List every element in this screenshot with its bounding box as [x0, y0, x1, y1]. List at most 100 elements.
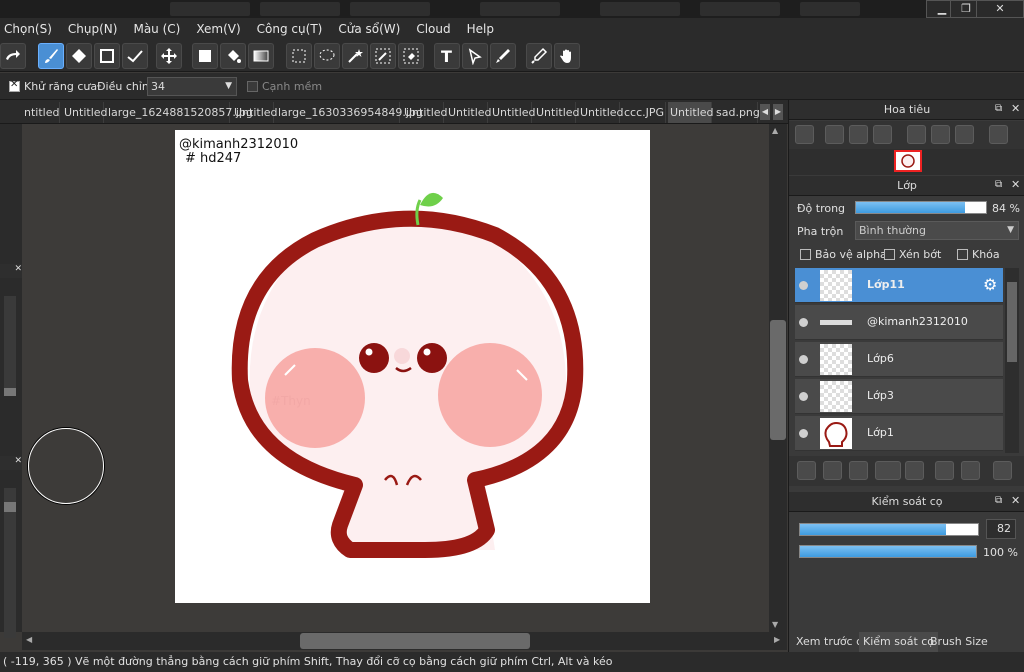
menu-view[interactable]: Xem(V) [196, 22, 240, 36]
popout-icon[interactable]: ⧉ [995, 103, 1002, 114]
layer-item[interactable]: Lớp11 ⚙ [795, 268, 1003, 303]
trash-icon[interactable] [993, 461, 1012, 480]
scroll-left-icon[interactable]: ◀ [26, 635, 32, 644]
folder-icon[interactable] [905, 461, 924, 480]
menu-help[interactable]: Help [467, 22, 494, 36]
layer-item[interactable]: @kimanh2312010 [795, 305, 1003, 340]
visibility-icon[interactable] [799, 281, 808, 290]
close-icon[interactable]: ✕ [0, 456, 22, 470]
left-scroll-thumb[interactable] [4, 388, 16, 396]
soft-edge-checkbox[interactable] [247, 81, 258, 92]
doc-tab[interactable]: Untitled [446, 102, 492, 123]
layer-item[interactable]: Lớp1 [795, 416, 1003, 451]
line-tool[interactable] [122, 43, 148, 69]
brush-size-slider[interactable] [799, 523, 979, 536]
menu-tools[interactable]: Công cụ(T) [257, 22, 323, 36]
doc-tab[interactable]: ntitled [22, 102, 60, 123]
tab-brush-size[interactable]: Brush Size [926, 632, 992, 652]
brush-tool[interactable] [38, 43, 64, 69]
bucket-tool[interactable] [220, 43, 246, 69]
magic-wand-tool[interactable] [342, 43, 368, 69]
redo-button[interactable] [0, 43, 26, 69]
adjust-select[interactable]: 34 ▼ [147, 77, 237, 96]
brush-opacity-slider[interactable] [799, 545, 977, 558]
left-scrollbar[interactable] [4, 296, 16, 396]
select-pen-tool[interactable] [370, 43, 396, 69]
menu-cloud[interactable]: Cloud [416, 22, 450, 36]
eyedropper-tool[interactable] [526, 43, 552, 69]
select-rect-tool[interactable] [286, 43, 312, 69]
zoom-out-icon[interactable] [873, 125, 892, 144]
menu-color[interactable]: Màu (C) [133, 22, 180, 36]
layer-scrollbar[interactable] [1005, 268, 1019, 453]
tab-scroll-right-icon[interactable]: ▶ [773, 104, 783, 120]
doc-tab[interactable]: Untitled [62, 102, 108, 123]
scroll-up-icon[interactable]: ▲ [772, 126, 778, 135]
visibility-icon[interactable] [799, 318, 808, 327]
divide-tool[interactable] [462, 43, 488, 69]
rectangle-tool[interactable] [94, 43, 120, 69]
tab-scroll-left-icon[interactable]: ◀ [760, 104, 770, 120]
lock-checkbox[interactable] [957, 249, 968, 260]
doc-tab[interactable]: Untitled [578, 102, 624, 123]
antialias-checkbox[interactable] [9, 79, 20, 92]
text-tool[interactable]: T [434, 43, 460, 69]
select-eraser-tool[interactable] [398, 43, 424, 69]
layer-item[interactable]: Lớp3 [795, 379, 1003, 414]
merge-icon[interactable] [961, 461, 980, 480]
close-icon[interactable]: ✕ [1011, 102, 1020, 115]
blend-mode-select[interactable]: Bình thường ▼ [855, 221, 1019, 240]
protect-alpha-checkbox[interactable] [800, 249, 811, 260]
eraser-tool[interactable] [66, 43, 92, 69]
gear-icon[interactable]: ⚙ [983, 275, 997, 294]
layer-scroll-thumb[interactable] [1007, 282, 1017, 362]
gradient-tool[interactable] [248, 43, 274, 69]
fill-rect-tool[interactable] [192, 43, 218, 69]
new-layer-icon[interactable] [797, 461, 816, 480]
menu-window[interactable]: Cửa sổ(W) [338, 22, 400, 36]
doc-tab[interactable]: large_1630336954849.jpg [276, 102, 423, 123]
scroll-down-icon[interactable]: ▼ [772, 620, 778, 629]
layer-opacity-slider[interactable] [855, 201, 987, 214]
doc-tab-active[interactable]: Untitled [668, 102, 714, 123]
hand-tool[interactable] [554, 43, 580, 69]
zoom-in-icon[interactable] [795, 125, 814, 144]
doc-tab[interactable]: sad.png [714, 102, 760, 123]
left-scroll-thumb[interactable] [4, 502, 16, 512]
horizontal-scrollbar[interactable]: ◀ ▶ [22, 632, 787, 650]
scroll-right-icon[interactable]: ▶ [774, 635, 780, 644]
visibility-icon[interactable] [799, 355, 808, 364]
duplicate-icon[interactable] [935, 461, 954, 480]
doc-tab[interactable]: large_1624881520857.jpg [106, 102, 253, 123]
brush-size-value[interactable]: 82 [986, 519, 1016, 539]
clipping-checkbox[interactable] [884, 249, 895, 260]
new-raster-layer-icon[interactable] [823, 461, 842, 480]
visibility-icon[interactable] [799, 429, 808, 438]
close-icon[interactable]: ✕ [0, 264, 22, 278]
move-tool[interactable] [156, 43, 182, 69]
lasso-tool[interactable] [314, 43, 340, 69]
horizontal-scroll-thumb[interactable] [300, 633, 530, 649]
fit-icon[interactable] [849, 125, 868, 144]
vertical-scrollbar[interactable]: ▲ ▼ [769, 124, 787, 632]
drawing-canvas[interactable]: @kimanh2312010 # hd247 #Thyn [175, 130, 650, 603]
rotate-left-icon[interactable] [907, 125, 926, 144]
vertical-scroll-thumb[interactable] [770, 320, 786, 440]
smudge-tool[interactable] [490, 43, 516, 69]
add-layer-menu-icon[interactable] [875, 461, 901, 480]
menu-capture[interactable]: Chụp(N) [68, 22, 118, 36]
zoom-in-icon[interactable] [825, 125, 844, 144]
close-icon[interactable]: ✕ [1011, 494, 1020, 507]
layer-item[interactable]: Lớp6 [795, 342, 1003, 377]
popout-icon[interactable]: ⧉ [995, 179, 1002, 190]
doc-tab[interactable]: Untitled [232, 102, 278, 123]
close-icon[interactable]: ✕ [1011, 178, 1020, 191]
visibility-icon[interactable] [799, 392, 808, 401]
navigator-thumbnail[interactable] [894, 150, 922, 172]
doc-tab[interactable]: Untitled [490, 102, 536, 123]
doc-tab[interactable]: ccc.JPG [622, 102, 666, 123]
doc-tab[interactable]: Untitled [534, 102, 580, 123]
reset-view-icon[interactable] [931, 125, 950, 144]
close-button[interactable]: ✕ [976, 0, 1024, 18]
doc-tab[interactable]: Untitled [402, 102, 448, 123]
